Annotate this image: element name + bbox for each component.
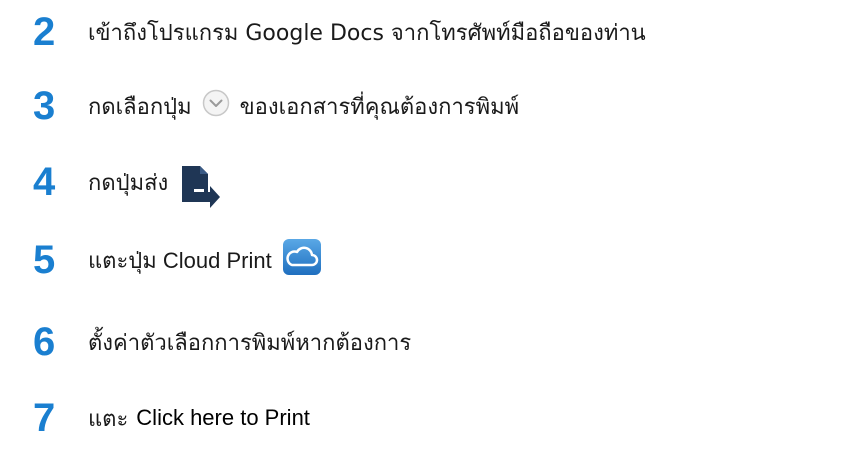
step-text-before: แตะ <box>88 406 129 432</box>
step-text-before: กดเลือกปุ่ม <box>88 94 192 120</box>
cloud-print-icon <box>282 238 322 282</box>
step-3: 3 กดเลือกปุ่ม ของเอกสารที่คุณต้องการพิมพ… <box>0 82 863 142</box>
step-4: 4 กดปุ่มส่ง <box>0 158 863 218</box>
step-text-before: แตะปุ่ม Cloud Print <box>88 247 272 273</box>
step-text: เข้าถึงโปรแกรม Google Docs จากโทรศัพท์มื… <box>88 20 646 46</box>
step-text: กดปุ่มส่ง <box>88 158 222 208</box>
step-text: แตะ Click here to Print <box>88 394 310 442</box>
step-5: 5 แตะปุ่ม Cloud Print <box>0 236 863 296</box>
step-number: 3 <box>33 84 56 128</box>
step-text: กดเลือกปุ่ม ของเอกสารที่คุณต้องการพิมพ์ <box>88 82 519 130</box>
step-number: 7 <box>33 396 56 440</box>
dropdown-circle-icon <box>202 89 230 123</box>
step-text: ตั้งค่าตัวเลือกการพิมพ์หากต้องการ <box>88 330 412 356</box>
step-text: แตะปุ่ม Cloud Print <box>88 236 322 284</box>
step-7: 7 แตะ Click here to Print <box>0 394 863 454</box>
step-text-before: กดปุ่มส่ง <box>88 170 169 196</box>
step-6: 6 ตั้งค่าตัวเลือกการพิมพ์หากต้องการ <box>0 318 863 378</box>
click-here-to-print-link: Click here to Print <box>136 405 310 430</box>
step-number: 2 <box>33 10 56 54</box>
step-2: 2 เข้าถึงโปรแกรม Google Docs จากโทรศัพท์… <box>0 8 863 68</box>
step-number: 5 <box>33 238 56 282</box>
send-document-icon <box>178 162 222 216</box>
step-number: 4 <box>33 160 56 204</box>
step-number: 6 <box>33 320 56 364</box>
step-text-after: ของเอกสารที่คุณต้องการพิมพ์ <box>239 94 520 120</box>
